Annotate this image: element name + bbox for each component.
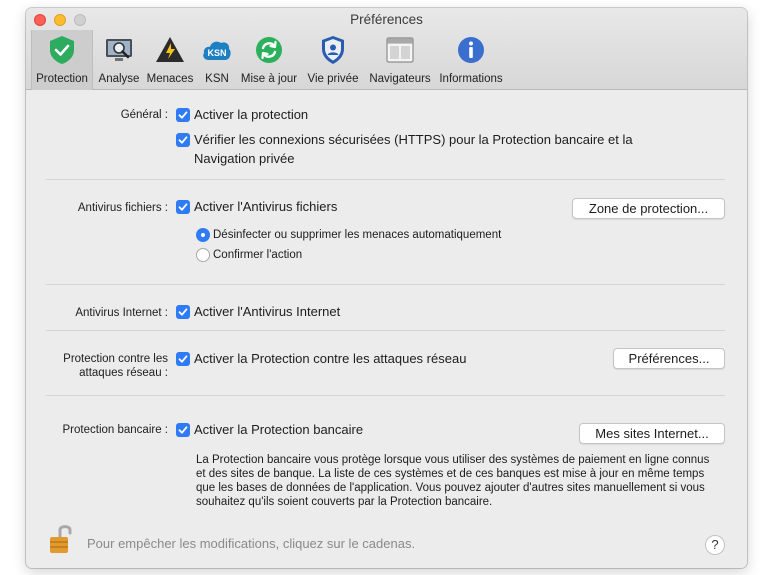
auto-disinfect-radio[interactable] bbox=[196, 228, 210, 242]
tab-vie-privee[interactable]: Vie privée bbox=[302, 30, 364, 90]
auto-disinfect-label: Désinfecter ou supprimer les menaces aut… bbox=[213, 229, 502, 241]
scan-monitor-icon bbox=[106, 39, 132, 61]
padlock-open-icon[interactable] bbox=[48, 522, 74, 554]
help-button[interactable]: ? bbox=[705, 535, 725, 555]
tab-ksn[interactable]: KSN KSN bbox=[197, 30, 237, 90]
shield-check-icon bbox=[50, 36, 74, 64]
enable-network-attack-label: Activer la Protection contre les attaque… bbox=[194, 351, 467, 366]
separator bbox=[46, 330, 725, 331]
privacy-shield-icon bbox=[322, 36, 344, 64]
tab-label: Protection bbox=[36, 73, 88, 85]
svg-text:KSN: KSN bbox=[207, 48, 226, 58]
info-icon bbox=[458, 37, 484, 63]
safe-money-description: La Protection bancaire vous protège lors… bbox=[196, 453, 736, 509]
tab-label: Informations bbox=[439, 73, 503, 85]
enable-protection-checkbox[interactable] bbox=[176, 108, 190, 122]
tab-label: Analyse bbox=[98, 73, 140, 85]
window-title: Préférences bbox=[350, 12, 423, 27]
separator bbox=[46, 284, 725, 285]
confirm-action-label: Confirmer l'action bbox=[213, 249, 303, 261]
description-line: et des sites de banque. La liste de ces … bbox=[196, 468, 705, 480]
safe-money-label: Protection bancaire : bbox=[62, 424, 168, 436]
tab-label: Navigateurs bbox=[369, 73, 431, 85]
tab-navigateurs[interactable]: Navigateurs bbox=[365, 30, 435, 90]
tab-protection[interactable]: Protection bbox=[31, 30, 93, 90]
enable-web-antivirus-checkbox[interactable] bbox=[176, 305, 190, 319]
confirm-action-radio[interactable] bbox=[196, 248, 210, 262]
tab-analyse[interactable]: Analyse bbox=[94, 30, 144, 90]
network-attack-label-line1: Protection contre les bbox=[63, 353, 168, 365]
enable-file-antivirus-checkbox[interactable] bbox=[176, 200, 190, 214]
enable-network-attack-checkbox[interactable] bbox=[176, 352, 190, 366]
lock-hint-text: Pour empêcher les modifications, cliquez… bbox=[87, 536, 416, 551]
https-check-checkbox[interactable] bbox=[176, 133, 190, 147]
enable-web-antivirus-label: Activer l'Antivirus Internet bbox=[194, 304, 341, 319]
tab-informations[interactable]: Informations bbox=[435, 30, 507, 90]
enable-safe-money-label: Activer la Protection bancaire bbox=[194, 422, 364, 437]
description-line: souhaitez qu'ils soient couverts par la … bbox=[196, 496, 493, 508]
separator bbox=[46, 395, 725, 396]
enable-file-antivirus-label: Activer l'Antivirus fichiers bbox=[194, 199, 338, 214]
tab-menaces[interactable]: Menaces bbox=[144, 30, 196, 90]
enable-protection-label: Activer la protection bbox=[194, 107, 309, 122]
web-antivirus-label: Antivirus Internet : bbox=[75, 307, 168, 319]
https-check-label-line1: Vérifier les connexions sécurisées (HTTP… bbox=[194, 132, 633, 147]
ksn-cloud-icon: KSN bbox=[203, 41, 231, 60]
preferences-window: Préférences Protection Analyse Menaces K… bbox=[26, 8, 747, 568]
protection-pane: Général : Activer la protection Vérifier… bbox=[26, 91, 747, 568]
preferences-toolbar: Protection Analyse Menaces KSN KSN Mise … bbox=[26, 30, 747, 90]
tab-label: Vie privée bbox=[307, 73, 359, 85]
enable-safe-money-checkbox[interactable] bbox=[176, 423, 190, 437]
network-attack-label-line2: attaques réseau : bbox=[79, 367, 168, 379]
separator bbox=[46, 179, 725, 180]
browser-window-icon bbox=[386, 37, 414, 63]
network-attack-preferences-button[interactable]: Préférences... bbox=[613, 348, 725, 369]
description-line: que les bases de données de l'applicatio… bbox=[196, 482, 705, 494]
description-line: La Protection bancaire vous protège lors… bbox=[196, 454, 710, 466]
tab-label: Mise à jour bbox=[240, 73, 298, 85]
threat-warning-icon bbox=[156, 37, 184, 62]
my-websites-button[interactable]: Mes sites Internet... bbox=[579, 423, 725, 444]
update-icon bbox=[256, 37, 282, 63]
protection-zone-button[interactable]: Zone de protection... bbox=[572, 198, 725, 219]
tab-label: Menaces bbox=[146, 73, 194, 85]
title-bar: Préférences Protection Analyse Menaces K… bbox=[26, 8, 747, 90]
https-check-label-line2: Navigation privée bbox=[194, 151, 295, 166]
tab-label: KSN bbox=[205, 73, 229, 85]
tab-mise-a-jour[interactable]: Mise à jour bbox=[237, 30, 301, 90]
file-antivirus-label: Antivirus fichiers : bbox=[77, 202, 168, 214]
general-label: Général : bbox=[120, 109, 168, 121]
